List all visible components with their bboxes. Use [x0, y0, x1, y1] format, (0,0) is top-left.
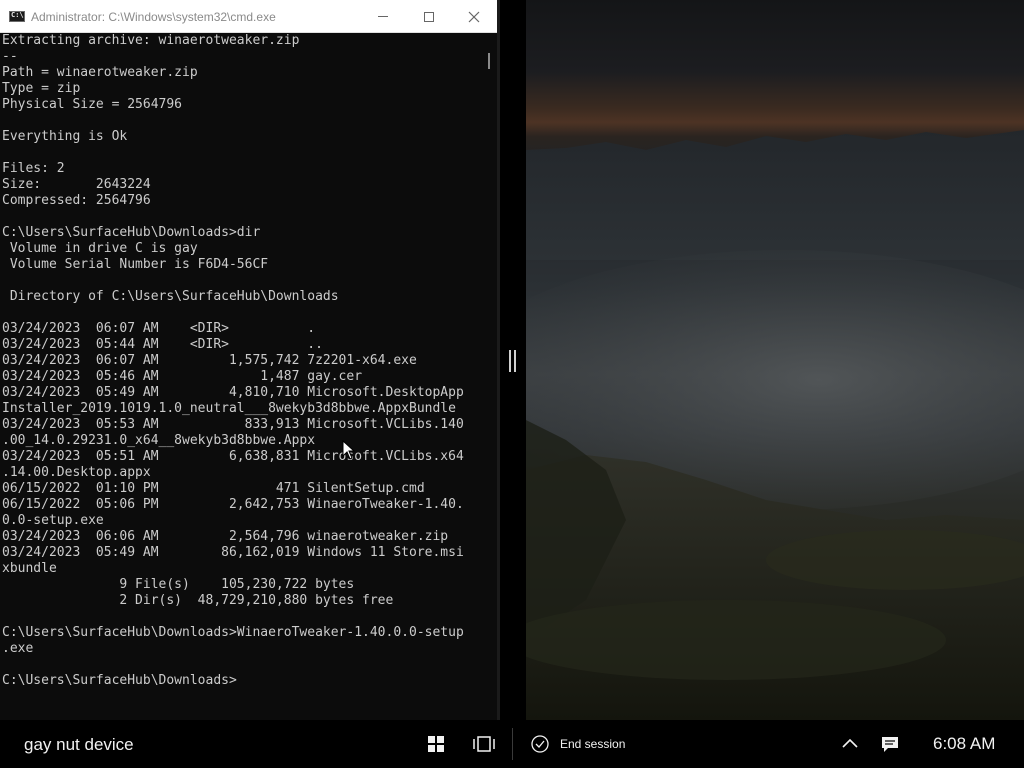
taskbar-clock[interactable]: 6:08 AM — [933, 734, 995, 754]
console-line: Physical Size = 2564796 — [2, 97, 183, 112]
console-line: 03/24/2023 05:46 AM 1,487 gay.cer — [2, 369, 363, 384]
console-line: 03/24/2023 06:06 AM 2,564,796 winaerotwe… — [2, 529, 449, 544]
console-line: xbundle — [2, 561, 57, 576]
end-session-label: End session — [560, 737, 626, 751]
console-line: .exe — [2, 641, 34, 656]
task-view-icon[interactable] — [472, 732, 496, 756]
maximize-button[interactable] — [406, 0, 452, 33]
console-line: 03/24/2023 05:49 AM 4,810,710 Microsoft.… — [2, 385, 464, 400]
mouse-pointer-icon — [342, 440, 356, 460]
close-button[interactable] — [451, 0, 497, 33]
console-line: Compressed: 2564796 — [2, 193, 151, 208]
console-line: .00_14.0.29231.0_x64__8wekyb3d8bbwe.Appx — [2, 433, 316, 448]
split-view-grip-icon[interactable] — [509, 350, 516, 372]
cmd-icon: C:\ — [9, 11, 25, 22]
console-line: 03/24/2023 05:49 AM 86,162,019 Windows 1… — [2, 545, 464, 560]
scrollbar-thumb[interactable] — [488, 53, 490, 69]
console-line: C:\Users\SurfaceHub\Downloads>dir — [2, 225, 261, 240]
vertical-scrollbar[interactable] — [482, 33, 497, 720]
console-line: 9 File(s) 105,230,722 bytes — [2, 577, 355, 592]
taskbar-separator — [512, 728, 513, 760]
windows-start-icon[interactable] — [424, 732, 448, 756]
console-line: Extracting archive: winaerotweaker.zip — [2, 33, 300, 48]
console-line: 2 Dir(s) 48,729,210,880 bytes free — [2, 593, 394, 608]
split-view-divider[interactable] — [500, 0, 526, 720]
console-line: 03/24/2023 06:07 AM <DIR> . — [2, 321, 316, 336]
console-line: 06/15/2022 01:10 PM 471 SilentSetup.cmd — [2, 481, 425, 496]
screen: C:\ Administrator: C:\Windows\system32\c… — [0, 0, 1024, 768]
minimize-button[interactable] — [360, 0, 406, 33]
console-line: Volume Serial Number is F6D4-56CF — [2, 257, 269, 272]
console-line: 03/24/2023 05:53 AM 833,913 Microsoft.VC… — [2, 417, 464, 432]
maximize-icon — [424, 11, 434, 22]
console-line: C:\Users\SurfaceHub\Downloads>WinaeroTwe… — [2, 625, 464, 640]
console-line: Directory of C:\Users\SurfaceHub\Downloa… — [2, 289, 339, 304]
console-line: 03/24/2023 05:51 AM 6,638,831 Microsoft.… — [2, 449, 464, 464]
console-line: .14.00.Desktop.appx — [2, 465, 151, 480]
cmd-icon-text: C:\ — [11, 11, 24, 19]
console-line: C:\Users\SurfaceHub\Downloads> — [2, 673, 237, 688]
console-line: Path = winaerotweaker.zip — [2, 65, 198, 80]
console-line: 03/24/2023 06:07 AM 1,575,742 7z2201-x64… — [2, 353, 417, 368]
console-output[interactable]: Extracting archive: winaerotweaker.zip --… — [0, 33, 482, 720]
desktop-wallpaper — [526, 0, 1024, 720]
checkmark-circle-icon — [531, 735, 549, 753]
window-title: Administrator: C:\Windows\system32\cmd.e… — [31, 10, 276, 24]
minimize-icon — [378, 16, 388, 17]
console-line: Volume in drive C is gay — [2, 241, 198, 256]
console-line: Size: 2643224 — [2, 177, 151, 192]
cmd-window[interactable]: C:\ Administrator: C:\Windows\system32\c… — [0, 0, 497, 720]
window-titlebar[interactable]: C:\ Administrator: C:\Windows\system32\c… — [0, 0, 497, 33]
wallpaper-landscape — [526, 130, 1024, 720]
console-line: Everything is Ok — [2, 129, 128, 144]
console-line: 06/15/2022 05:06 PM 2,642,753 WinaeroTwe… — [2, 497, 464, 512]
console-line: 0.0-setup.exe — [2, 513, 104, 528]
console-line: Type = zip — [2, 81, 81, 96]
chevron-up-icon[interactable] — [838, 732, 862, 756]
device-name-label: gay nut device — [24, 735, 134, 754]
taskbar: gay nut device End session 6:08 AM — [0, 720, 1024, 768]
console-line: Files: 2 — [2, 161, 65, 176]
close-icon — [468, 11, 480, 22]
console-line: -- — [2, 49, 18, 64]
console-line: 03/24/2023 05:44 AM <DIR> .. — [2, 337, 323, 352]
console-line: Installer_2019.1019.1.0_neutral___8wekyb… — [2, 401, 456, 416]
notification-icon[interactable] — [878, 732, 902, 756]
end-session-button[interactable]: End session — [530, 732, 625, 756]
